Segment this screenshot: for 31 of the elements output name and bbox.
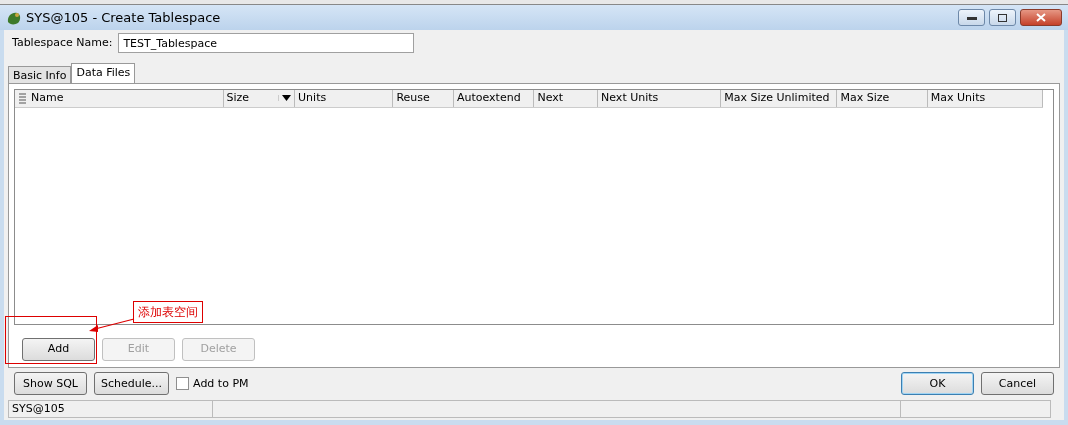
column-header[interactable]: Units <box>298 89 327 107</box>
minimize-icon <box>966 15 977 20</box>
column-header[interactable]: Max Size Unlimited <box>724 89 830 107</box>
dialog-button[interactable]: Cancel <box>981 372 1054 396</box>
footer-button[interactable]: Schedule... <box>94 372 170 396</box>
callout-label: 添加表空间 <box>133 301 203 323</box>
tablespace-name-field[interactable]: TEST_Tablespace <box>118 33 415 54</box>
close-icon <box>1036 13 1046 22</box>
column-header[interactable]: Max Units <box>930 89 986 107</box>
status-text: SYS@105 <box>8 400 213 418</box>
column-header[interactable]: Autoextend <box>457 89 521 107</box>
column-header[interactable]: Next Units <box>601 89 659 107</box>
tab[interactable]: Data Files <box>71 62 136 83</box>
column-header[interactable]: Next <box>537 89 564 107</box>
checkbox[interactable] <box>176 377 190 391</box>
column-header[interactable]: Name <box>31 89 64 107</box>
window-title: SYS@105 - Create Tablespace <box>26 8 221 27</box>
tab[interactable]: Basic Info <box>8 65 72 83</box>
dropdown-arrow-icon[interactable] <box>278 95 292 102</box>
close-button[interactable] <box>1020 9 1062 26</box>
maximize-icon <box>998 13 1007 22</box>
footer-button[interactable]: Show SQL <box>14 372 87 396</box>
minimize-button[interactable] <box>958 9 985 26</box>
dialog-button[interactable]: OK <box>901 372 974 396</box>
field-label: Tablespace Name: <box>12 35 113 52</box>
column-header[interactable]: Reuse <box>396 89 430 107</box>
column-header[interactable]: Size <box>226 89 250 107</box>
file-button[interactable]: Add <box>22 337 95 361</box>
column-header[interactable]: Max Size <box>840 89 890 107</box>
maximize-button[interactable] <box>989 9 1016 26</box>
checkbox-label: Add to PM <box>193 375 249 392</box>
